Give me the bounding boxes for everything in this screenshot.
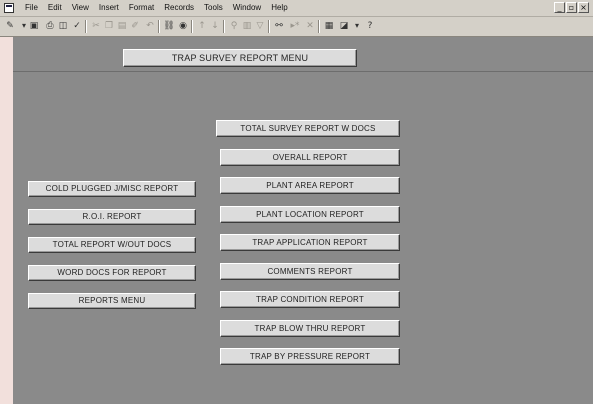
form-title: TRAP SURVEY REPORT MENU xyxy=(171,53,309,63)
form-detail: COLD PLUGGED J/MISC REPORT R.O.I. REPORT… xyxy=(13,72,593,404)
office-assistant-icon[interactable]: ? xyxy=(364,20,376,32)
menu-items: File Edit View Insert Format Records Too… xyxy=(20,2,293,13)
button-label: TRAP BY PRESSURE REPORT xyxy=(249,352,371,361)
spelling-icon[interactable]: ✓ xyxy=(71,20,83,32)
trap-by-pressure-report-button[interactable]: TRAP BY PRESSURE REPORT xyxy=(220,348,400,365)
trap-condition-report-button[interactable]: TRAP CONDITION REPORT xyxy=(220,291,400,308)
button-label: WORD DOCS FOR REPORT xyxy=(57,268,167,277)
button-label: OVERALL REPORT xyxy=(272,153,348,162)
overall-report-button[interactable]: OVERALL REPORT xyxy=(220,149,400,166)
trap-blow-thru-report-button[interactable]: TRAP BLOW THRU REPORT xyxy=(220,320,400,337)
new-object-icon[interactable]: ◪ xyxy=(338,20,350,32)
button-label: COMMENTS REPORT xyxy=(267,267,353,276)
roi-report-button[interactable]: R.O.I. REPORT xyxy=(28,209,196,225)
paste-icon[interactable]: ▤ xyxy=(116,20,128,32)
menu-edit[interactable]: Edit xyxy=(43,2,67,13)
comments-report-button[interactable]: COMMENTS REPORT xyxy=(220,263,400,280)
access-application: File Edit View Insert Format Records Too… xyxy=(0,0,593,404)
undo-icon[interactable]: ↶ xyxy=(144,20,156,32)
new-object-dropdown-icon[interactable]: ▾ xyxy=(351,20,363,32)
button-label: R.O.I. REPORT xyxy=(82,212,142,221)
trap-survey-report-menu-form: TRAP SURVEY REPORT MENU COLD PLUGGED J/M… xyxy=(0,37,593,404)
toolbar-separator xyxy=(318,20,320,33)
format-painter-icon[interactable]: ✐ xyxy=(129,20,141,32)
window-controls: _ ▫ × xyxy=(554,2,589,13)
print-preview-icon[interactable]: ◫ xyxy=(57,20,69,32)
menu-tools[interactable]: Tools xyxy=(199,2,228,13)
cut-icon[interactable]: ✂ xyxy=(90,20,102,32)
copy-icon[interactable]: ❐ xyxy=(103,20,115,32)
cold-plugged-misc-report-button[interactable]: COLD PLUGGED J/MISC REPORT xyxy=(28,181,196,197)
menu-help[interactable]: Help xyxy=(266,2,292,13)
button-label: TOTAL SURVEY REPORT W DOCS xyxy=(240,124,376,133)
plant-location-report-button[interactable]: PLANT LOCATION REPORT xyxy=(220,206,400,223)
save-icon[interactable]: ▣ xyxy=(28,20,40,32)
reports-menu-button[interactable]: REPORTS MENU xyxy=(28,293,196,309)
print-icon[interactable]: ⎙ xyxy=(44,20,56,32)
form-title-button[interactable]: TRAP SURVEY REPORT MENU xyxy=(123,49,357,67)
form-document-icon[interactable] xyxy=(4,3,14,13)
button-label: COLD PLUGGED J/MISC REPORT xyxy=(45,184,179,193)
button-label: TRAP BLOW THRU REPORT xyxy=(254,324,366,333)
menu-insert[interactable]: Insert xyxy=(94,2,124,13)
filter-by-form-icon[interactable]: ▥ xyxy=(241,20,253,32)
toolbar-separator xyxy=(85,20,87,33)
plant-area-report-button[interactable]: PLANT AREA REPORT xyxy=(220,177,400,194)
menu-format[interactable]: Format xyxy=(124,2,159,13)
form-view-toolbar: ✎ ▾ ▣ ⎙ ◫ ✓ ✂ ❐ ▤ ✐ ↶ ⛓ ◉ ↑ ↓ ⚲ ▥ ▽ ⚯ ▸*… xyxy=(0,17,593,37)
toolbar-separator xyxy=(223,20,225,33)
sort-ascending-icon[interactable]: ↑ xyxy=(196,20,208,32)
filter-by-selection-icon[interactable]: ⚲ xyxy=(228,20,240,32)
new-record-icon[interactable]: ▸* xyxy=(289,20,301,32)
total-report-without-docs-button[interactable]: TOTAL REPORT W/OUT DOCS xyxy=(28,237,196,253)
trap-application-report-button[interactable]: TRAP APPLICATION REPORT xyxy=(220,234,400,251)
delete-record-icon[interactable]: ✕ xyxy=(304,20,316,32)
form-header: TRAP SURVEY REPORT MENU xyxy=(13,37,593,72)
restore-button[interactable]: ▫ xyxy=(566,2,577,13)
button-label: TRAP CONDITION REPORT xyxy=(256,295,364,304)
toolbar-separator xyxy=(268,20,270,33)
sort-descending-icon[interactable]: ↓ xyxy=(209,20,221,32)
menu-window[interactable]: Window xyxy=(228,2,266,13)
total-survey-report-with-docs-button[interactable]: TOTAL SURVEY REPORT W DOCS xyxy=(216,120,400,137)
word-docs-for-report-button[interactable]: WORD DOCS FOR REPORT xyxy=(28,265,196,281)
button-label: REPORTS MENU xyxy=(78,296,146,305)
minimize-button[interactable]: _ xyxy=(554,2,565,13)
menu-bar: File Edit View Insert Format Records Too… xyxy=(0,0,593,17)
insert-hyperlink-icon[interactable]: ⛓ xyxy=(163,20,175,32)
find-icon[interactable]: ⚯ xyxy=(273,20,285,32)
button-label: TOTAL REPORT W/OUT DOCS xyxy=(52,240,172,249)
button-label: TRAP APPLICATION REPORT xyxy=(252,238,368,247)
toolbar-separator xyxy=(191,20,193,33)
toolbar-separator xyxy=(158,20,160,33)
close-button[interactable]: × xyxy=(578,2,589,13)
button-label: PLANT LOCATION REPORT xyxy=(256,210,364,219)
database-window-icon[interactable]: ▦ xyxy=(323,20,335,32)
apply-filter-icon[interactable]: ▽ xyxy=(254,20,266,32)
button-label: PLANT AREA REPORT xyxy=(266,181,354,190)
menu-file[interactable]: File xyxy=(20,2,43,13)
web-toolbar-icon[interactable]: ◉ xyxy=(177,20,189,32)
design-view-icon[interactable]: ✎ xyxy=(4,20,16,32)
menu-records[interactable]: Records xyxy=(159,2,199,13)
menu-view[interactable]: View xyxy=(67,2,94,13)
